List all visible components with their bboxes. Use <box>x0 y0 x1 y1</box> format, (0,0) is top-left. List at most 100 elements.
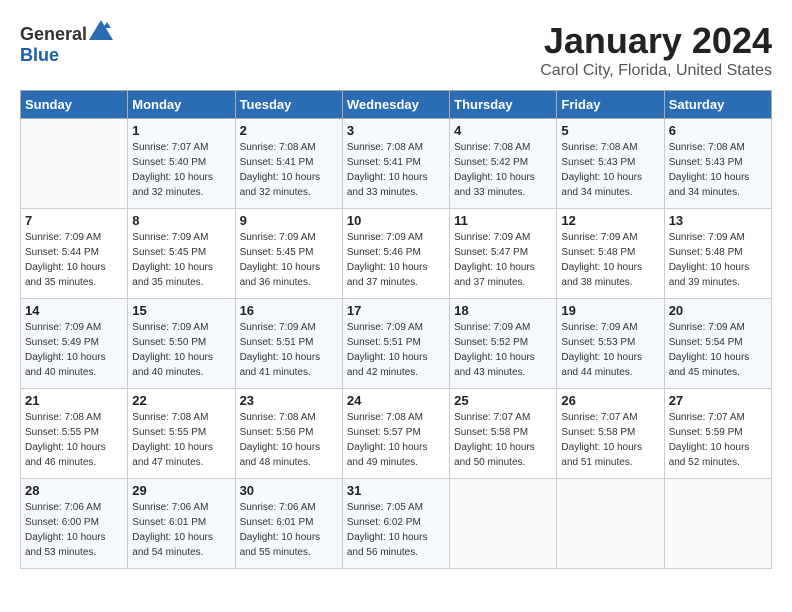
page-header: General Blue January 2024 Carol City, Fl… <box>20 20 772 80</box>
day-info: Sunrise: 7:09 AMSunset: 5:50 PMDaylight:… <box>132 320 230 380</box>
calendar-cell: 13Sunrise: 7:09 AMSunset: 5:48 PMDayligh… <box>664 209 771 299</box>
calendar-cell: 27 Sunrise: 7:07 AMSunset: 5:59 PMDayligh… <box>664 389 771 479</box>
day-number: 1 <box>132 123 230 138</box>
calendar-week-row: 28 Sunrise: 7:06 AMSunset: 6:00 PMDayligh… <box>21 479 772 569</box>
logo-blue: Blue <box>20 45 59 65</box>
calendar-week-row: 7 Sunrise: 7:09 AMSunset: 5:44 PMDaylight… <box>21 209 772 299</box>
day-info: Sunrise: 7:09 AMSunset: 5:47 PMDaylight:… <box>454 230 552 290</box>
day-number: 8 <box>132 213 230 228</box>
day-number: 27 <box>669 393 767 408</box>
day-info: Sunrise: 7:09 AMSunset: 5:51 PMDaylight:… <box>347 320 445 380</box>
day-info: Sunrise: 7:08 AMSunset: 5:55 PMDaylight:… <box>25 410 123 470</box>
day-number: 13 <box>669 213 767 228</box>
day-info: Sunrise: 7:09 AMSunset: 5:45 PMDaylight:… <box>240 230 338 290</box>
day-number: 23 <box>240 393 338 408</box>
calendar-cell: 5 Sunrise: 7:08 AMSunset: 5:43 PMDaylight… <box>557 119 664 209</box>
calendar-cell: 17 Sunrise: 7:09 AMSunset: 5:51 PMDayligh… <box>342 299 449 389</box>
weekday-header: Saturday <box>664 91 771 119</box>
day-number: 28 <box>25 483 123 498</box>
calendar-cell: 24Sunrise: 7:08 AMSunset: 5:57 PMDayligh… <box>342 389 449 479</box>
location-title: Carol City, Florida, United States <box>540 62 772 80</box>
day-info: Sunrise: 7:08 AMSunset: 5:42 PMDaylight:… <box>454 140 552 200</box>
weekday-header: Wednesday <box>342 91 449 119</box>
day-info: Sunrise: 7:09 AMSunset: 5:48 PMDaylight:… <box>561 230 659 290</box>
day-info: Sunrise: 7:09 AMSunset: 5:51 PMDaylight:… <box>240 320 338 380</box>
calendar-cell: 23 Sunrise: 7:08 AMSunset: 5:56 PMDayligh… <box>235 389 342 479</box>
day-info: Sunrise: 7:08 AMSunset: 5:55 PMDaylight:… <box>132 410 230 470</box>
calendar-header-row: SundayMondayTuesdayWednesdayThursdayFrid… <box>21 91 772 119</box>
calendar-body: 1 Sunrise: 7:07 AMSunset: 5:40 PMDaylight… <box>21 119 772 569</box>
calendar-cell: 19 Sunrise: 7:09 AMSunset: 5:53 PMDayligh… <box>557 299 664 389</box>
day-number: 15 <box>132 303 230 318</box>
calendar-cell: 16 Sunrise: 7:09 AMSunset: 5:51 PMDayligh… <box>235 299 342 389</box>
calendar-table: SundayMondayTuesdayWednesdayThursdayFrid… <box>20 90 772 569</box>
day-info: Sunrise: 7:09 AMSunset: 5:54 PMDaylight:… <box>669 320 767 380</box>
day-number: 25 <box>454 393 552 408</box>
day-info: Sunrise: 7:09 AMSunset: 5:53 PMDaylight:… <box>561 320 659 380</box>
weekday-header: Friday <box>557 91 664 119</box>
month-title: January 2024 <box>540 20 772 62</box>
calendar-week-row: 21Sunrise: 7:08 AMSunset: 5:55 PMDayligh… <box>21 389 772 479</box>
calendar-week-row: 1 Sunrise: 7:07 AMSunset: 5:40 PMDaylight… <box>21 119 772 209</box>
day-info: Sunrise: 7:08 AMSunset: 5:43 PMDaylight:… <box>669 140 767 200</box>
day-number: 7 <box>25 213 123 228</box>
day-number: 9 <box>240 213 338 228</box>
day-number: 31 <box>347 483 445 498</box>
weekday-header: Monday <box>128 91 235 119</box>
day-number: 5 <box>561 123 659 138</box>
day-info: Sunrise: 7:06 AMSunset: 6:01 PMDaylight:… <box>240 500 338 560</box>
calendar-cell: 31Sunrise: 7:05 AMSunset: 6:02 PMDayligh… <box>342 479 449 569</box>
calendar-cell: 1 Sunrise: 7:07 AMSunset: 5:40 PMDaylight… <box>128 119 235 209</box>
day-info: Sunrise: 7:08 AMSunset: 5:57 PMDaylight:… <box>347 410 445 470</box>
day-number: 18 <box>454 303 552 318</box>
calendar-cell: 11 Sunrise: 7:09 AMSunset: 5:47 PMDayligh… <box>450 209 557 299</box>
calendar-cell: 6 Sunrise: 7:08 AMSunset: 5:43 PMDaylight… <box>664 119 771 209</box>
calendar-cell: 25Sunrise: 7:07 AMSunset: 5:58 PMDayligh… <box>450 389 557 479</box>
day-info: Sunrise: 7:06 AMSunset: 6:00 PMDaylight:… <box>25 500 123 560</box>
day-number: 16 <box>240 303 338 318</box>
day-info: Sunrise: 7:09 AMSunset: 5:49 PMDaylight:… <box>25 320 123 380</box>
day-number: 12 <box>561 213 659 228</box>
day-number: 6 <box>669 123 767 138</box>
calendar-cell: 7 Sunrise: 7:09 AMSunset: 5:44 PMDaylight… <box>21 209 128 299</box>
calendar-cell: 8 Sunrise: 7:09 AMSunset: 5:45 PMDaylight… <box>128 209 235 299</box>
day-number: 26 <box>561 393 659 408</box>
day-number: 22 <box>132 393 230 408</box>
calendar-cell: 14Sunrise: 7:09 AMSunset: 5:49 PMDayligh… <box>21 299 128 389</box>
logo: General Blue <box>20 20 113 66</box>
day-number: 20 <box>669 303 767 318</box>
day-info: Sunrise: 7:07 AMSunset: 5:40 PMDaylight:… <box>132 140 230 200</box>
calendar-cell: 9 Sunrise: 7:09 AMSunset: 5:45 PMDaylight… <box>235 209 342 299</box>
day-info: Sunrise: 7:07 AMSunset: 5:59 PMDaylight:… <box>669 410 767 470</box>
day-number: 30 <box>240 483 338 498</box>
day-number: 29 <box>132 483 230 498</box>
weekday-header: Tuesday <box>235 91 342 119</box>
calendar-cell: 15 Sunrise: 7:09 AMSunset: 5:50 PMDayligh… <box>128 299 235 389</box>
day-info: Sunrise: 7:08 AMSunset: 5:56 PMDaylight:… <box>240 410 338 470</box>
day-info: Sunrise: 7:06 AMSunset: 6:01 PMDaylight:… <box>132 500 230 560</box>
day-info: Sunrise: 7:09 AMSunset: 5:45 PMDaylight:… <box>132 230 230 290</box>
day-info: Sunrise: 7:08 AMSunset: 5:41 PMDaylight:… <box>347 140 445 200</box>
day-info: Sunrise: 7:08 AMSunset: 5:43 PMDaylight:… <box>561 140 659 200</box>
calendar-cell: 26 Sunrise: 7:07 AMSunset: 5:58 PMDayligh… <box>557 389 664 479</box>
day-number: 11 <box>454 213 552 228</box>
calendar-cell: 12 Sunrise: 7:09 AMSunset: 5:48 PMDayligh… <box>557 209 664 299</box>
logo-icon <box>89 20 113 40</box>
day-info: Sunrise: 7:09 AMSunset: 5:44 PMDaylight:… <box>25 230 123 290</box>
day-info: Sunrise: 7:07 AMSunset: 5:58 PMDaylight:… <box>561 410 659 470</box>
day-number: 10 <box>347 213 445 228</box>
day-number: 17 <box>347 303 445 318</box>
day-info: Sunrise: 7:09 AMSunset: 5:46 PMDaylight:… <box>347 230 445 290</box>
calendar-cell <box>557 479 664 569</box>
calendar-cell: 29 Sunrise: 7:06 AMSunset: 6:01 PMDayligh… <box>128 479 235 569</box>
calendar-cell: 30 Sunrise: 7:06 AMSunset: 6:01 PMDayligh… <box>235 479 342 569</box>
weekday-header: Thursday <box>450 91 557 119</box>
day-info: Sunrise: 7:09 AMSunset: 5:52 PMDaylight:… <box>454 320 552 380</box>
day-number: 2 <box>240 123 338 138</box>
weekday-header: Sunday <box>21 91 128 119</box>
day-info: Sunrise: 7:08 AMSunset: 5:41 PMDaylight:… <box>240 140 338 200</box>
calendar-cell <box>664 479 771 569</box>
title-section: January 2024 Carol City, Florida, United… <box>540 20 772 80</box>
calendar-cell: 28 Sunrise: 7:06 AMSunset: 6:00 PMDayligh… <box>21 479 128 569</box>
day-number: 19 <box>561 303 659 318</box>
